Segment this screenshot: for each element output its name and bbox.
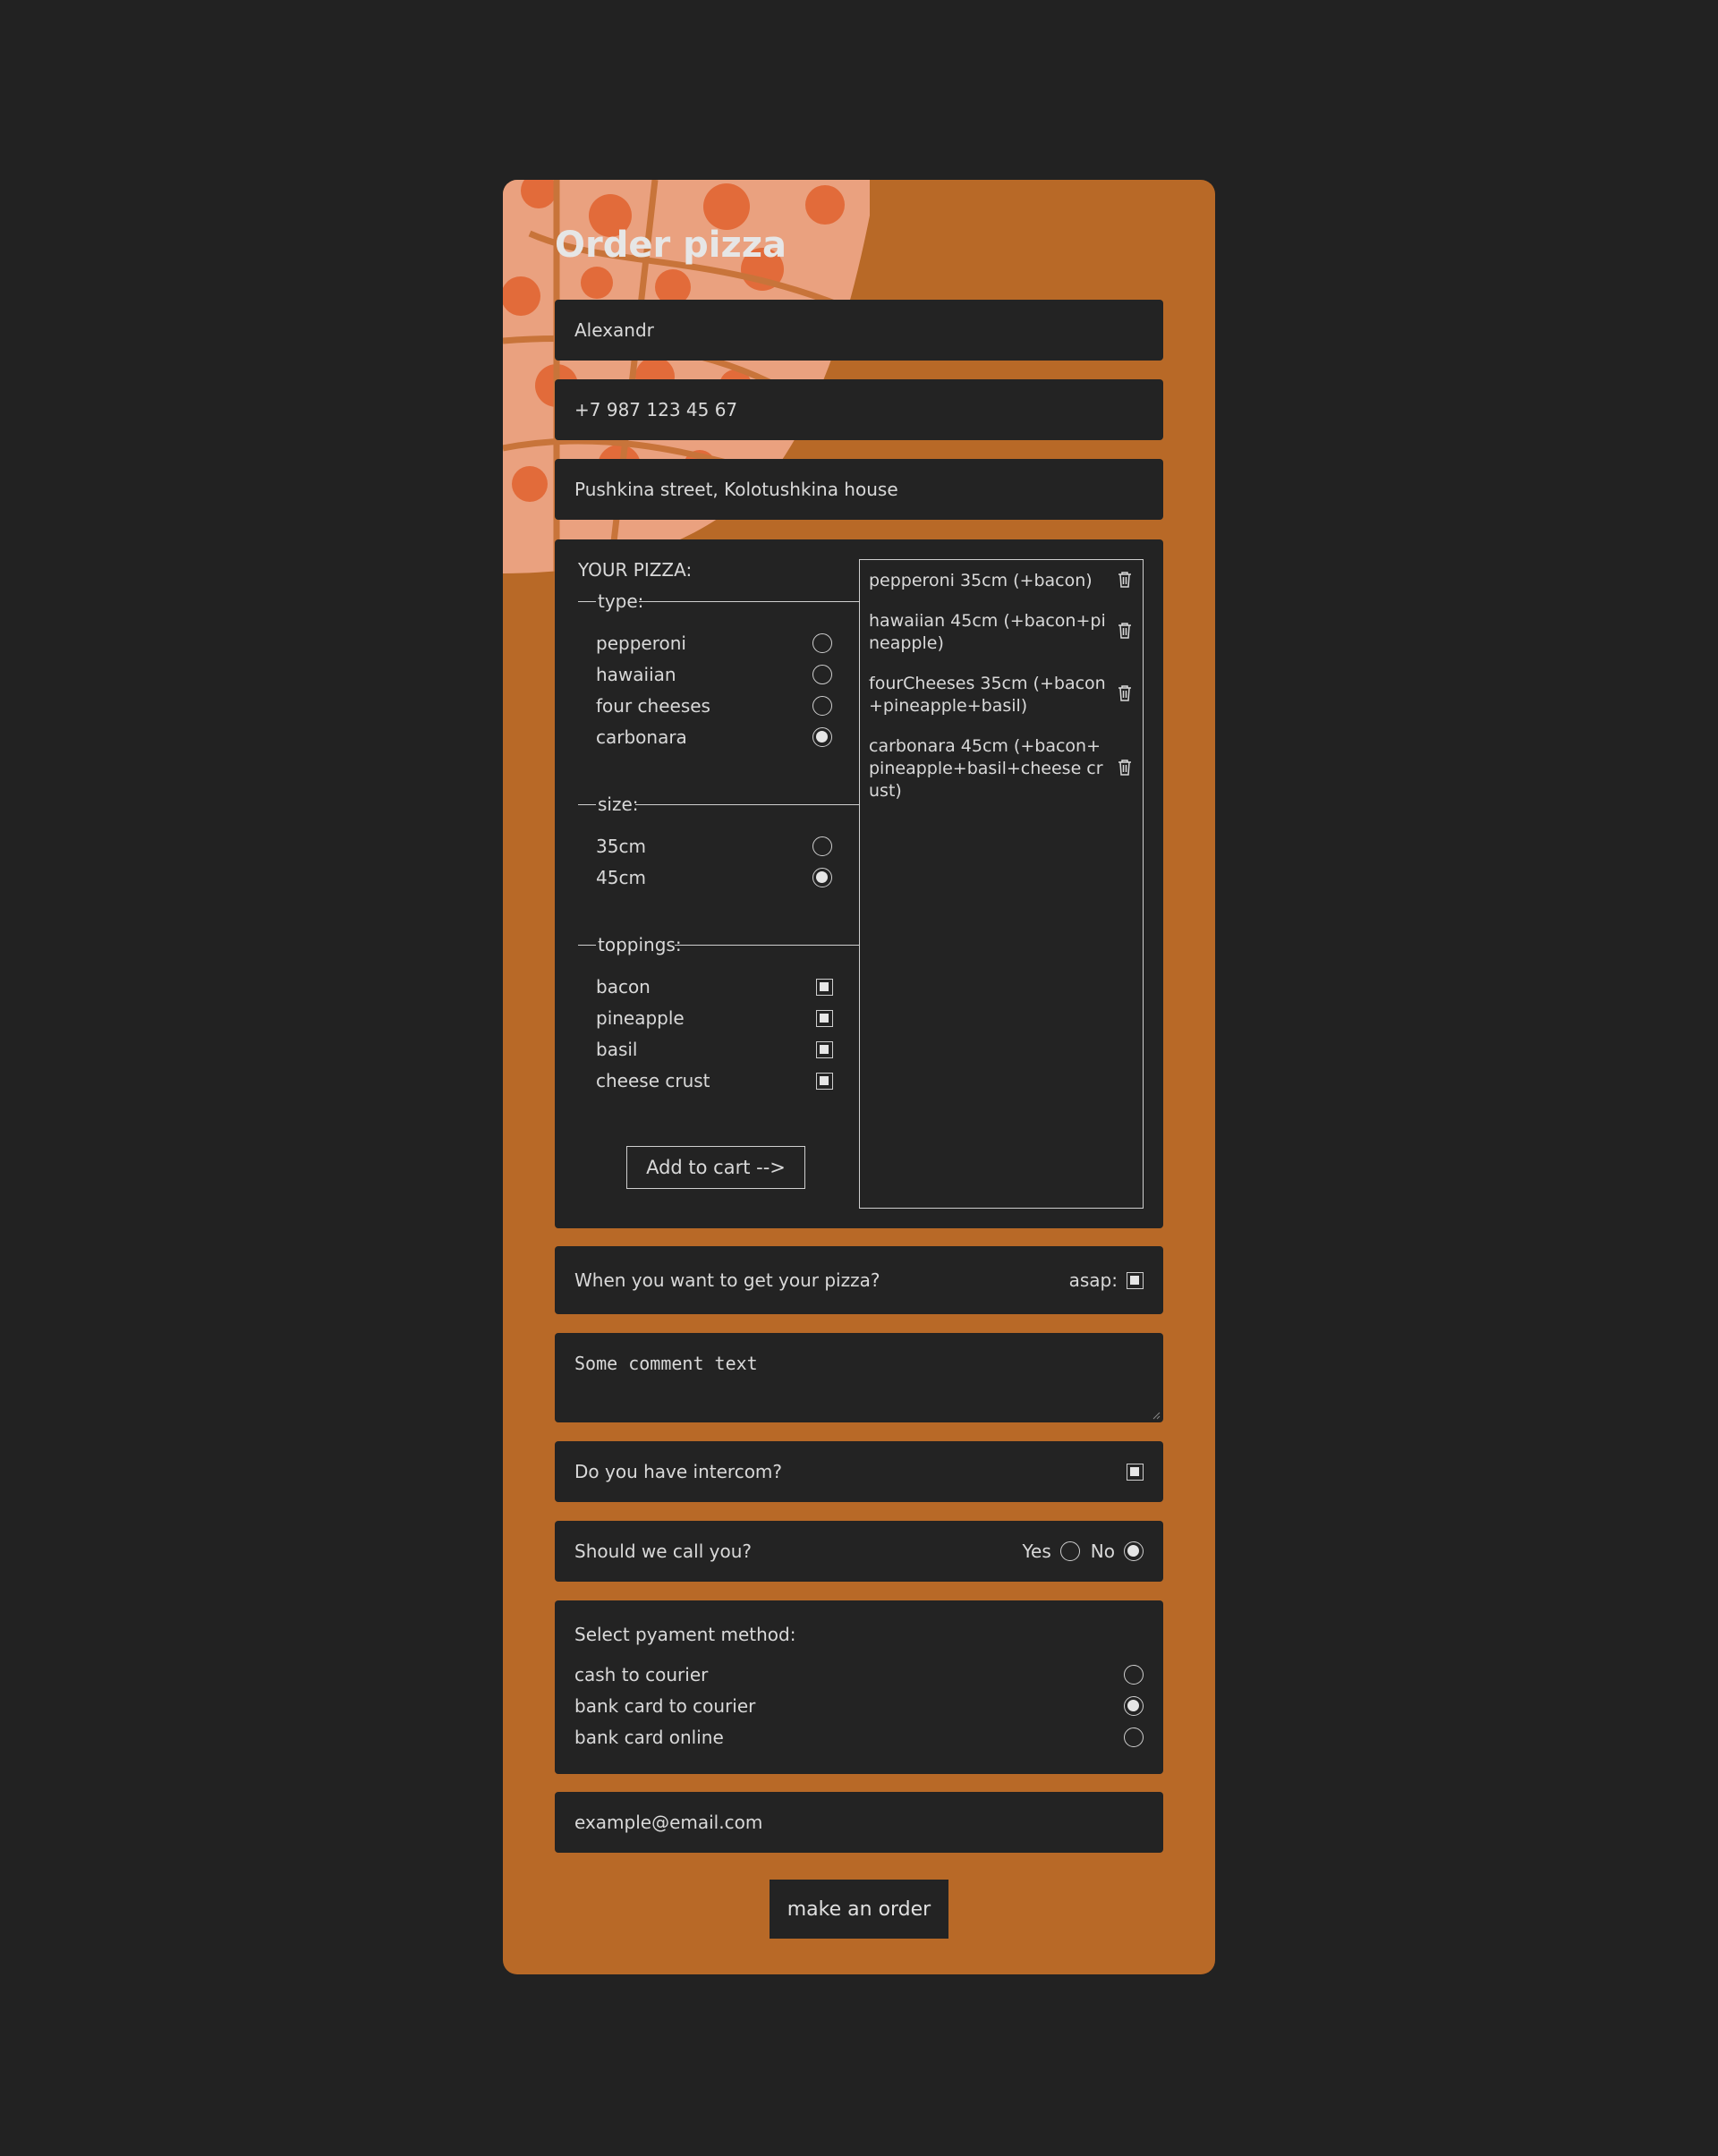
email-placeholder: example@email.com [574,1812,763,1833]
four-cheeses-radio[interactable] [812,696,832,716]
cart-item: carbonara 45cm (+bacon+pineapple+basil+c… [869,736,1103,801]
trash-icon[interactable] [1118,684,1132,702]
intercom-label: Do you have intercom? [574,1461,783,1482]
pineapple-checkbox[interactable] [816,1010,833,1027]
cart-list: pepperoni 35cm (+bacon) hawaiian 45cm (+… [859,559,1144,1209]
payment-method-panel: Select pyament method: cash to courier b… [555,1600,1163,1774]
intercom-checkbox[interactable] [1127,1463,1144,1481]
your-pizza-heading: YOUR PIZZA: [578,559,693,581]
type-option-four-cheeses[interactable]: four cheeses [596,691,832,721]
address-value: Pushkina street, Kolotushkina house [574,479,898,500]
size-option-35cm[interactable]: 35cm [596,831,832,862]
pepperoni-radio[interactable] [812,633,832,653]
email-input[interactable]: example@email.com [555,1792,1163,1853]
cart-item: pepperoni 35cm (+bacon) [869,571,1093,590]
bacon-checkbox[interactable] [816,979,833,996]
trash-icon[interactable] [1118,571,1132,589]
topping-option-cheese-crust[interactable]: cheese crust [596,1065,833,1096]
type-option-hawaiian[interactable]: hawaiian [596,659,832,690]
name-value: Alexandr [574,319,654,341]
size-legend: size: [578,794,859,815]
call-field: Should we call you? Yes No [555,1521,1163,1582]
comment-textarea[interactable]: Some comment text [555,1333,1163,1422]
cart-item: hawaiian 45cm (+bacon+pineapple) [869,611,1106,653]
payment-option-card-courier[interactable]: bank card to courier [574,1691,1144,1721]
trash-icon[interactable] [1118,759,1132,777]
page-title: Order pizza [555,225,787,266]
cheese-crust-checkbox[interactable] [816,1073,833,1090]
size-45cm-radio[interactable] [812,868,832,887]
type-legend: type: [578,590,859,612]
resize-grip-icon[interactable] [1152,1411,1161,1420]
call-no-label: No [1090,1541,1115,1562]
make-order-button[interactable]: make an order [770,1880,948,1939]
asap-checkbox[interactable] [1127,1271,1144,1289]
call-yes-radio[interactable] [1059,1541,1080,1561]
pizza-builder-panel: YOUR PIZZA: type: pepperoni hawaiian fou… [555,539,1163,1228]
payment-option-card-online[interactable]: bank card online [574,1722,1144,1753]
delivery-time-field: When you want to get your pizza? asap: [555,1246,1163,1314]
type-option-pepperoni[interactable]: pepperoni [596,628,832,658]
toppings-legend: toppings: [578,934,859,955]
card-courier-radio[interactable] [1124,1696,1144,1716]
call-no-radio[interactable] [1124,1541,1144,1561]
carbonara-radio[interactable] [812,727,832,747]
phone-field[interactable]: +7 987 123 45 67 [555,379,1163,440]
card-online-radio[interactable] [1124,1727,1144,1747]
type-option-carbonara[interactable]: carbonara [596,722,832,752]
address-field[interactable]: Pushkina street, Kolotushkina house [555,459,1163,520]
payment-heading: Select pyament method: [574,1624,796,1645]
topping-option-pineapple[interactable]: pineapple [596,1003,833,1033]
cash-radio[interactable] [1124,1665,1144,1685]
payment-option-cash[interactable]: cash to courier [574,1659,1144,1690]
topping-option-basil[interactable]: basil [596,1034,833,1065]
topping-option-bacon[interactable]: bacon [596,972,833,1002]
size-option-45cm[interactable]: 45cm [596,862,832,893]
order-form-card: Order pizza Alexandr +7 987 123 45 67 Pu… [503,180,1215,1974]
size-35cm-radio[interactable] [812,836,832,856]
hawaiian-radio[interactable] [812,665,832,684]
intercom-field: Do you have intercom? [555,1441,1163,1502]
add-to-cart-button[interactable]: Add to cart --> [626,1146,805,1189]
basil-checkbox[interactable] [816,1041,833,1058]
trash-icon[interactable] [1118,622,1132,640]
call-yes-label: Yes [1022,1541,1051,1562]
asap-label: asap: [1068,1269,1118,1291]
name-field[interactable]: Alexandr [555,300,1163,361]
cart-item: fourCheeses 35cm (+bacon+pineapple+basil… [869,674,1106,716]
phone-value: +7 987 123 45 67 [574,399,738,420]
call-label: Should we call you? [574,1541,752,1562]
delivery-time-label: When you want to get your pizza? [574,1269,880,1291]
comment-text: Some comment text [574,1353,758,1374]
